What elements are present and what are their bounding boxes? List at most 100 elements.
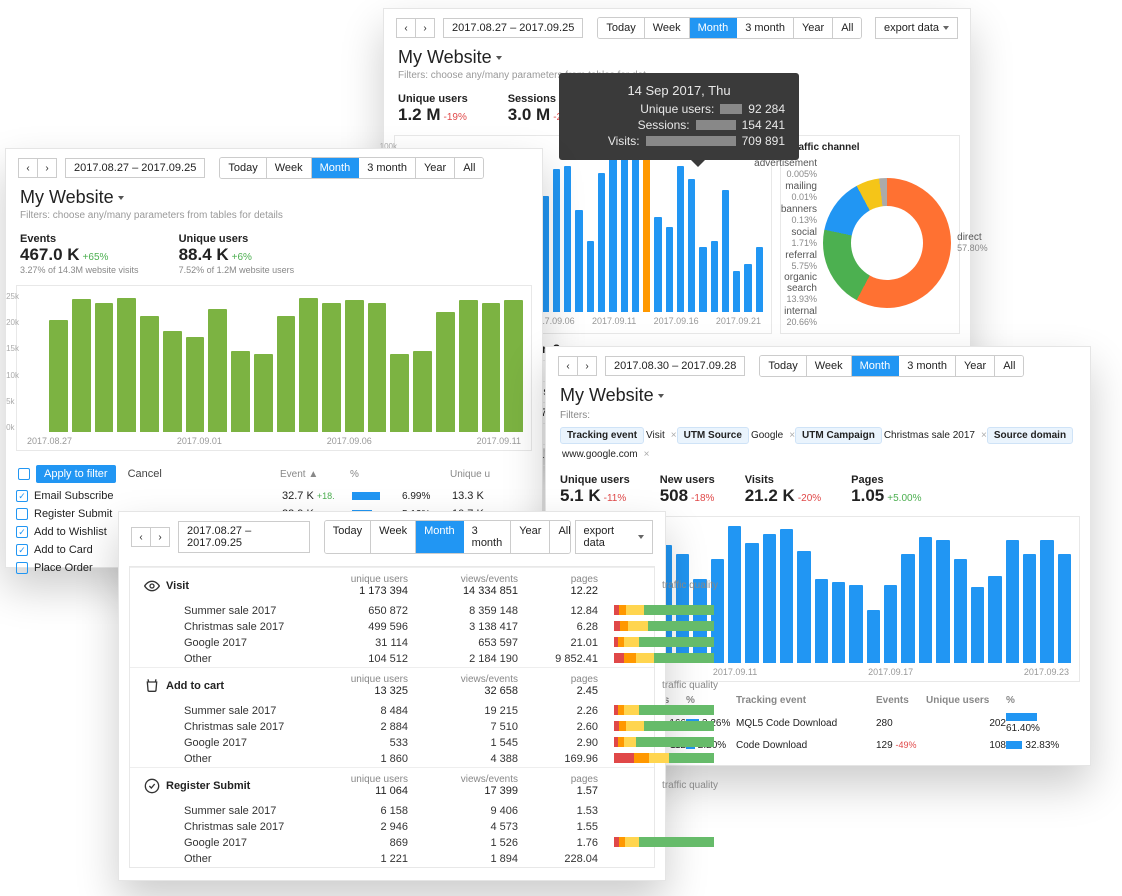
range-tab-year[interactable]: Year [956, 356, 995, 376]
detail-row[interactable]: Other104 5122 184 1909 852.41 [130, 651, 654, 667]
date-range-picker[interactable]: 2017.08.27 – 2017.09.25 [178, 521, 310, 553]
chart-bar[interactable] [744, 264, 751, 312]
range-tab-all[interactable]: All [833, 18, 861, 38]
range-tab-week[interactable]: Week [645, 18, 690, 38]
chart-bar[interactable] [413, 351, 432, 432]
chart-bar[interactable] [140, 316, 159, 432]
page-title[interactable]: My Website [398, 47, 956, 68]
range-tab-month[interactable]: Month [312, 158, 360, 178]
chart-bar[interactable] [482, 303, 501, 432]
chart-bar[interactable] [504, 300, 523, 432]
filter-pill[interactable]: UTM Source [677, 427, 749, 444]
range-tab-week[interactable]: Week [371, 521, 416, 553]
chart-bar[interactable] [722, 190, 729, 312]
chart-bar[interactable] [936, 540, 949, 663]
prev-button[interactable]: ‹ [131, 527, 151, 547]
chart-bar[interactable] [621, 149, 628, 312]
page-title[interactable]: My Website [560, 385, 1076, 406]
detail-row[interactable]: Google 20175331 5452.90 [130, 735, 654, 751]
range-tab-week[interactable]: Week [807, 356, 852, 376]
group-head[interactable]: Register Submitunique users11 064views/e… [130, 767, 654, 803]
chart-bar[interactable] [797, 551, 810, 663]
export-button[interactable]: export data [875, 17, 958, 39]
range-tab-all[interactable]: All [995, 356, 1023, 376]
range-tab-month[interactable]: Month [690, 18, 738, 38]
chart-bar[interactable] [72, 299, 91, 432]
chart-bar[interactable] [208, 309, 227, 432]
range-tab-month[interactable]: Month [416, 521, 464, 553]
detail-row[interactable]: Christmas sale 2017499 5963 138 4176.28 [130, 619, 654, 635]
chart-bar[interactable] [988, 576, 1001, 663]
next-button[interactable]: › [577, 356, 597, 376]
group-head[interactable]: Visitunique users1 173 394views/events14… [130, 567, 654, 603]
event-row[interactable]: Email Subscribe32.7 K +18.6.99%13.3 K [6, 487, 542, 505]
chart-bar[interactable] [688, 179, 695, 312]
chart-bar[interactable] [368, 303, 387, 432]
date-range-picker[interactable]: 2017.08.30 – 2017.09.28 [605, 356, 745, 376]
range-tab-year[interactable]: Year [511, 521, 550, 553]
chart-bar[interactable] [849, 585, 862, 663]
date-range-picker[interactable]: 2017.08.27 – 2017.09.25 [443, 18, 583, 38]
range-tab-all[interactable]: All [550, 521, 570, 553]
chart-bar[interactable] [632, 156, 639, 312]
chart-bar[interactable] [277, 316, 296, 432]
chart-bar[interactable] [815, 579, 828, 663]
chart-bar[interactable] [832, 582, 845, 663]
group-head[interactable]: Add to cartunique users13 325views/event… [130, 667, 654, 703]
page-title[interactable]: My Website [20, 187, 528, 208]
export-button[interactable]: export data [575, 520, 654, 554]
detail-row[interactable]: Summer sale 20178 48419 2152.26 [130, 703, 654, 719]
chart-bar[interactable] [919, 537, 932, 663]
chart-bar[interactable] [117, 298, 136, 432]
chart-bar[interactable] [1023, 554, 1036, 663]
chart-bar[interactable] [901, 554, 914, 663]
filter-pill[interactable]: Tracking event [560, 427, 644, 444]
remove-pill-icon[interactable]: × [981, 430, 987, 441]
chart-bar[interactable] [1040, 540, 1053, 663]
chart-bar[interactable] [711, 241, 718, 312]
date-range-picker[interactable]: 2017.08.27 – 2017.09.25 [65, 158, 205, 178]
chart-bar[interactable] [459, 300, 478, 432]
detail-row[interactable]: Google 20178691 5261.76 [130, 835, 654, 851]
chart-bar[interactable] [322, 303, 341, 432]
chart-bar[interactable] [745, 543, 758, 663]
apply-filter-button[interactable]: Apply to filter [36, 465, 116, 483]
chart-bar[interactable] [163, 331, 182, 432]
cancel-button[interactable]: Cancel [122, 467, 168, 481]
chart-bar[interactable] [598, 173, 605, 312]
row-checkbox[interactable] [16, 508, 28, 520]
chart-bar[interactable] [1006, 540, 1019, 663]
chart-bar[interactable] [49, 320, 68, 432]
chart-bar[interactable] [95, 303, 114, 432]
prev-button[interactable]: ‹ [18, 158, 38, 178]
row-checkbox[interactable] [16, 526, 28, 538]
range-tab-week[interactable]: Week [267, 158, 312, 178]
chart-bar[interactable] [971, 587, 984, 663]
range-tab-today[interactable]: Today [220, 158, 266, 178]
range-tab-3month[interactable]: 3 month [359, 158, 416, 178]
chart-bar[interactable] [186, 337, 205, 432]
range-tab-today[interactable]: Today [325, 521, 371, 553]
chart-bar[interactable] [1058, 554, 1071, 663]
chart-bar[interactable] [345, 300, 364, 432]
detail-row[interactable]: Christmas sale 20172 9464 5731.55 [130, 819, 654, 835]
chart-bar[interactable] [436, 312, 455, 432]
chart-bar[interactable] [643, 159, 650, 312]
chart-bar[interactable] [299, 298, 318, 432]
chart-bar[interactable] [654, 217, 661, 312]
detail-row[interactable]: Summer sale 2017650 8728 359 14812.84 [130, 603, 654, 619]
remove-pill-icon[interactable]: × [671, 430, 677, 441]
range-tab-today[interactable]: Today [760, 356, 806, 376]
chart-bar[interactable] [677, 166, 684, 312]
detail-row[interactable]: Other1 8604 388169.96 [130, 751, 654, 767]
range-tab-year[interactable]: Year [416, 158, 455, 178]
chart-bar[interactable] [390, 354, 409, 432]
chart-bar[interactable] [867, 610, 880, 663]
chart-bar[interactable] [666, 227, 673, 312]
range-tab-3month[interactable]: 3 month [737, 18, 794, 38]
next-button[interactable]: › [37, 158, 57, 178]
chart-bar[interactable] [733, 271, 740, 312]
select-all-checkbox[interactable] [18, 468, 30, 480]
filter-pill[interactable]: Source domain [987, 427, 1073, 444]
chart-bar[interactable] [884, 585, 897, 663]
